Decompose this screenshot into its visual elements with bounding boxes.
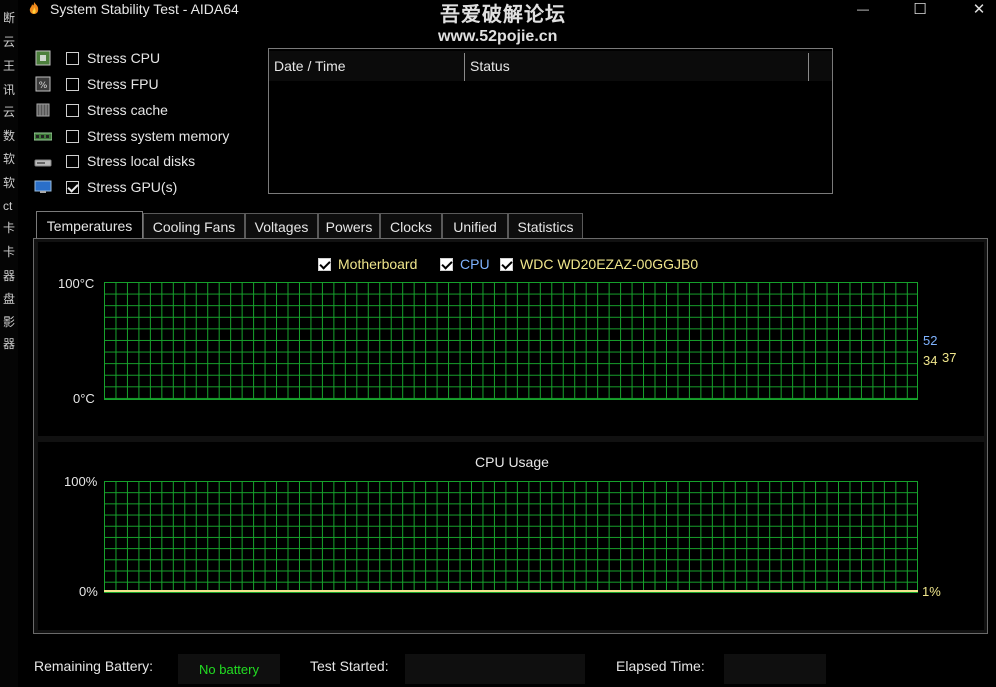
test-started-value — [405, 654, 585, 684]
tab-unified[interactable]: Unified — [442, 213, 508, 239]
column-divider[interactable] — [808, 53, 809, 81]
background-window-strip: 断 云 王 讯 云 数 软 软 ct 卡 卡 器 盘 影 器 — [0, 0, 18, 687]
temp-y-max-label: 100°C — [58, 276, 95, 291]
motherboard-temp-reading: 34 — [923, 353, 938, 368]
strip-char: 云 — [3, 35, 16, 49]
strip-char: 器 — [3, 337, 16, 351]
fpu-chip-icon: % — [34, 76, 52, 92]
strip-char: 器 — [3, 269, 16, 283]
window-title: System Stability Test - AIDA64 — [50, 1, 239, 17]
stress-memory-checkbox[interactable] — [66, 129, 79, 143]
stress-fpu-option[interactable]: % Stress FPU — [34, 73, 159, 95]
close-button[interactable]: ✕ — [956, 0, 996, 18]
status-log-list[interactable]: Date / Time Status — [268, 48, 833, 194]
tab-voltages[interactable]: Voltages — [245, 213, 318, 239]
aida64-flame-icon — [26, 1, 42, 17]
tab-temperatures[interactable]: Temperatures — [36, 211, 143, 239]
close-icon: ✕ — [972, 1, 986, 18]
cpu-usage-line — [104, 590, 918, 592]
column-header-status[interactable]: Status — [465, 51, 808, 81]
maximize-button[interactable]: ☐ — [897, 0, 943, 18]
stress-disks-option[interactable]: Stress local disks — [34, 150, 195, 172]
disk-drive-icon — [34, 153, 52, 169]
stress-gpu-label: Stress GPU(s) — [87, 179, 178, 195]
strip-char: 断 — [3, 11, 16, 25]
elapsed-time-label: Elapsed Time: — [616, 658, 705, 674]
stress-cpu-label: Stress CPU — [87, 50, 161, 66]
legend-motherboard-label: Motherboard — [338, 256, 418, 272]
tab-statistics[interactable]: Statistics — [508, 213, 583, 239]
strip-char: 王 — [3, 59, 16, 73]
disk-temp-reading: 37 — [942, 350, 957, 365]
stress-fpu-label: Stress FPU — [87, 76, 159, 92]
stress-cache-label: Stress cache — [87, 102, 168, 118]
svg-text:%: % — [39, 81, 48, 91]
minimize-button[interactable]: — — [840, 0, 886, 18]
legend-disk[interactable]: WDC WD20EZAZ-00GGJB0 — [500, 256, 698, 272]
stress-cpu-checkbox[interactable] — [66, 51, 79, 65]
test-started-label: Test Started: — [310, 658, 389, 674]
legend-cpu[interactable]: CPU — [440, 256, 490, 272]
stress-fpu-checkbox[interactable] — [66, 77, 79, 91]
memory-module-icon — [34, 128, 52, 144]
cpu-usage-title: CPU Usage — [475, 454, 549, 470]
maximize-icon: ☐ — [913, 1, 927, 18]
elapsed-time-value — [724, 654, 826, 684]
tab-powers[interactable]: Powers — [318, 213, 380, 239]
cpu-y-max-label: 100% — [64, 474, 98, 489]
watermark-url: www.52pojie.cn — [438, 28, 558, 45]
stress-cache-option[interactable]: Stress cache — [34, 99, 168, 121]
stress-disks-checkbox[interactable] — [66, 154, 79, 168]
cpu-usage-reading: 1% — [922, 584, 941, 599]
strip-char: 软 — [3, 152, 16, 166]
temperature-grid — [104, 282, 918, 400]
legend-motherboard[interactable]: Motherboard — [318, 256, 417, 272]
temp-y-min-label: 0°C — [73, 391, 95, 406]
stress-gpu-option[interactable]: Stress GPU(s) — [34, 176, 177, 198]
strip-char: 影 — [3, 315, 16, 329]
column-header-datetime[interactable]: Date / Time — [269, 51, 464, 81]
tab-clocks[interactable]: Clocks — [380, 213, 442, 239]
legend-motherboard-checkbox[interactable] — [318, 257, 331, 271]
strip-char: 讯 — [3, 83, 16, 97]
stress-disks-label: Stress local disks — [87, 153, 196, 169]
battery-value: No battery — [178, 654, 280, 684]
minimize-icon: — — [857, 2, 869, 16]
gpu-monitor-icon — [34, 179, 52, 195]
cpu-usage-grid — [104, 481, 918, 593]
stress-memory-label: Stress system memory — [87, 128, 230, 144]
strip-char: 卡 — [3, 221, 16, 235]
legend-disk-checkbox[interactable] — [500, 257, 513, 271]
stress-cpu-option[interactable]: Stress CPU — [34, 47, 160, 69]
log-header: Date / Time Status — [269, 51, 832, 81]
stress-memory-option[interactable]: Stress system memory — [34, 125, 229, 147]
strip-char: 数 — [3, 129, 16, 143]
cpu-chip-icon — [34, 50, 52, 66]
cache-chip-icon — [34, 102, 52, 118]
cpu-temp-reading: 52 — [923, 333, 938, 348]
strip-char: 软 — [3, 176, 16, 190]
strip-char: 盘 — [3, 292, 16, 306]
strip-char: 卡 — [3, 245, 16, 259]
strip-char: ct — [3, 199, 13, 213]
battery-label: Remaining Battery: — [34, 658, 154, 674]
stress-cache-checkbox[interactable] — [66, 103, 79, 117]
tab-cooling-fans[interactable]: Cooling Fans — [143, 213, 245, 239]
cpu-y-min-label: 0% — [79, 584, 98, 599]
watermark-title: 吾爱破解论坛 — [440, 4, 566, 26]
strip-char: 云 — [3, 105, 16, 119]
stress-gpu-checkbox[interactable] — [66, 180, 79, 194]
legend-cpu-label: CPU — [460, 256, 490, 272]
legend-cpu-checkbox[interactable] — [440, 257, 453, 271]
legend-disk-label: WDC WD20EZAZ-00GGJB0 — [520, 256, 699, 272]
